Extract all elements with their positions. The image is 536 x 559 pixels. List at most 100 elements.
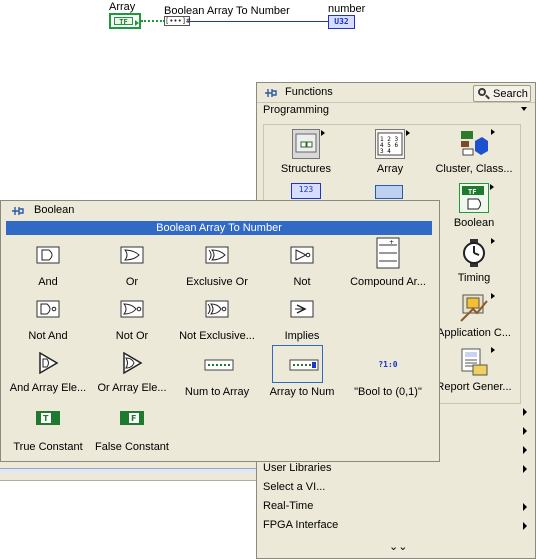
array-terminal[interactable]: TF [109, 13, 141, 29]
palette-item-exclusive-or[interactable]: Exclusive Or [174, 245, 260, 288]
palette-item-boolean[interactable]: TF Boolean [432, 183, 516, 229]
submenu-arrow-icon [523, 465, 527, 473]
timing-icon [459, 238, 495, 268]
array-to-num-icon [289, 355, 319, 375]
category-row-select-a-vi[interactable]: Select a VI... [263, 479, 527, 497]
palette-item-true-constant[interactable]: T True Constant [5, 410, 91, 453]
structures-icon [292, 129, 325, 159]
svg-text:+: + [389, 239, 394, 246]
palette-item-and[interactable]: And [5, 245, 91, 288]
cluster-icon [459, 129, 495, 159]
number-indicator-label: number [328, 3, 366, 15]
item-label: Num to Array [184, 386, 250, 398]
exclusive-or-icon [204, 245, 230, 265]
num-to-array-icon [204, 355, 234, 375]
functions-palette-titlebar[interactable]: Functions Search [257, 83, 535, 103]
palette-item-bool-to-01[interactable]: ?1:0 "Bool to (0,1)" [345, 355, 431, 398]
palette-item-label: Structures [280, 163, 332, 175]
palette-item-array-to-num[interactable]: Array to Num [259, 355, 345, 398]
palette-item-label: Boolean [453, 217, 495, 229]
palette-item-num-to-array[interactable]: Num to Array [174, 355, 260, 398]
item-label: Not And [28, 330, 68, 342]
palette-item-label: Array [376, 163, 404, 175]
item-label: And [38, 276, 58, 288]
submenu-arrow-icon [523, 427, 527, 435]
string-icon[interactable] [375, 185, 403, 199]
category-row-real-time[interactable]: Real-Time [263, 498, 527, 516]
selected-item-caption: Boolean Array To Number [6, 221, 432, 235]
category-dropdown-icon[interactable] [521, 107, 527, 111]
terminal-arrow-icon [135, 20, 139, 26]
array-terminal-glyph: TF [114, 17, 133, 26]
pushpin-icon[interactable] [11, 205, 25, 217]
boolean-array-wire[interactable] [141, 20, 165, 22]
pushpin-icon[interactable] [264, 87, 278, 99]
not-icon [289, 245, 315, 265]
palette-item-false-constant[interactable]: F False Constant [89, 410, 175, 453]
item-label: Exclusive Or [186, 276, 248, 288]
not-exclusive-or-icon [204, 299, 230, 319]
array-icon: 1 2 34 5 63 4 [375, 129, 410, 159]
category-row-user-libraries[interactable]: User Libraries [263, 460, 527, 478]
background-divider [0, 468, 256, 473]
compound-arithmetic-icon: + [375, 237, 401, 269]
palette-item-or-array-elements[interactable]: Or Array Ele... [89, 351, 175, 394]
palette-item-not-exclusive-or[interactable]: Not Exclusive... [174, 299, 260, 342]
numeric-icon[interactable]: 123 [291, 183, 321, 199]
boolean-array-to-number-node[interactable]: [•••]# [164, 16, 190, 26]
submenu-arrow-icon [523, 446, 527, 454]
item-label: "Bool to (0,1)" [354, 386, 422, 398]
search-button-label: Search [493, 88, 528, 100]
or-icon [119, 245, 145, 265]
palette-item-not[interactable]: Not [259, 245, 345, 288]
boolean-palette-title: Boolean [34, 204, 75, 216]
palette-item-cluster[interactable]: Cluster, Class... [432, 129, 516, 175]
palette-item-structures[interactable]: Structures [264, 129, 348, 175]
palette-item-application-control[interactable]: Application C... [432, 293, 516, 339]
palette-item-not-and[interactable]: Not And [5, 299, 91, 342]
search-button[interactable]: Search [473, 85, 531, 102]
palette-item-timing[interactable]: Timing [432, 238, 516, 284]
svg-text:3 4: 3 4 [380, 148, 391, 155]
boolean-palette[interactable]: Boolean Boolean Array To Number And Or E… [0, 200, 440, 462]
category-label[interactable]: Programming [263, 104, 329, 116]
palette-item-compound-arithmetic[interactable]: + Compound Ar... [345, 237, 431, 287]
not-or-icon [119, 299, 145, 319]
item-label: True Constant [13, 441, 83, 453]
more-categories-chevron-icon[interactable]: ⌄⌄ [389, 540, 407, 553]
item-label: Or Array Ele... [97, 382, 167, 394]
palette-item-label: Timing [457, 272, 491, 284]
submenu-arrow-icon [523, 503, 527, 511]
svg-text:T: T [43, 414, 49, 423]
or-array-elements-icon [119, 351, 145, 375]
report-generation-icon [459, 347, 495, 377]
palette-item-and-array-elements[interactable]: And Array Ele... [5, 351, 91, 394]
boolean-icon: TF [459, 183, 494, 213]
item-label: Not Or [115, 330, 149, 342]
palette-item-label: Application C... [437, 327, 511, 339]
implies-icon [289, 299, 315, 319]
item-label: Not [293, 276, 311, 288]
item-label: Compound Ar... [350, 276, 426, 287]
item-label: Not Exclusive... [179, 330, 255, 342]
palette-item-or[interactable]: Or [89, 245, 175, 288]
application-control-icon [459, 293, 495, 323]
number-indicator[interactable]: U32 [328, 15, 355, 29]
palette-item-array[interactable]: 1 2 34 5 63 4 Array [348, 129, 432, 175]
functions-palette-title: Functions [285, 86, 333, 98]
palette-item-implies[interactable]: Implies [259, 299, 345, 342]
numeric-wire[interactable] [190, 21, 328, 22]
svg-text:TF: TF [468, 188, 476, 196]
item-label: And Array Ele... [9, 382, 87, 394]
category-row-fpga-interface[interactable]: FPGA Interface [263, 517, 527, 535]
submenu-arrow-icon [523, 408, 527, 416]
palette-item-not-or[interactable]: Not Or [89, 299, 175, 342]
bool-to-01-icon: ?1:0 [378, 360, 398, 369]
and-icon [35, 245, 61, 265]
true-constant-icon: T [35, 410, 61, 430]
palette-item-label: Report Gener... [436, 381, 512, 393]
not-and-icon [35, 299, 61, 319]
and-array-elements-icon [35, 351, 61, 375]
submenu-arrow-icon [523, 522, 527, 530]
palette-item-report-generation[interactable]: Report Gener... [432, 347, 516, 393]
